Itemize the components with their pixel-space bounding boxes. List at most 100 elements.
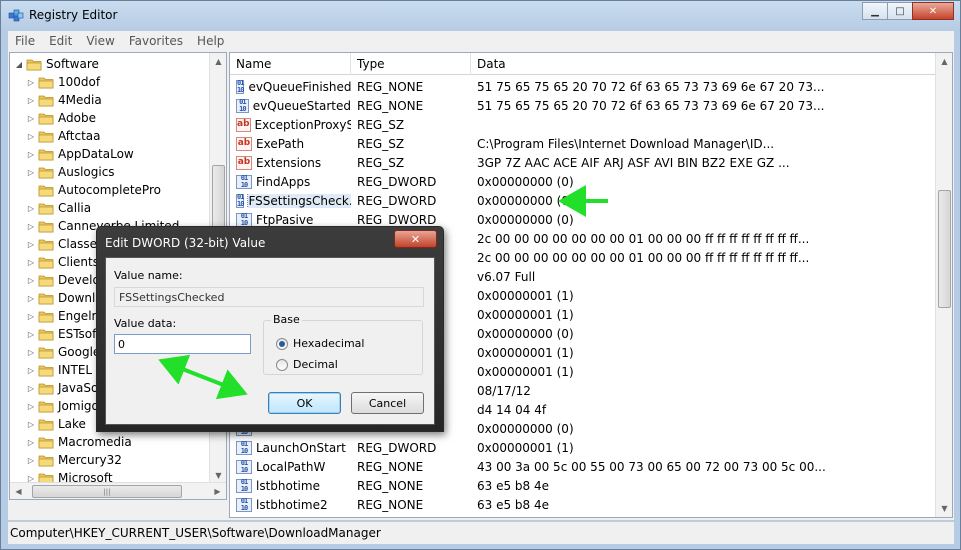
value-row[interactable]: 01 10 LocalPathW REG_NONE 43 00 3a 00 5c 00 … — [230, 457, 936, 476]
tree-item[interactable]: ▷ Macromedia — [26, 433, 132, 451]
value-row[interactable]: 01 10 evQueueStarted REG_NONE 51 75 65 75 65… — [230, 96, 936, 115]
radio-hexadecimal[interactable]: Hexadecimal — [276, 337, 364, 350]
expand-icon[interactable]: ▷ — [26, 168, 36, 177]
value-row[interactable]: ab ExePath REG_SZ C:\Program Files\Internet… — [230, 134, 936, 153]
tree-item[interactable]: ▷ Mercury32 — [26, 451, 122, 469]
value-name: FSSettingsCheck... — [247, 193, 351, 208]
expand-icon[interactable]: ▷ — [26, 348, 36, 357]
column-type[interactable]: Type — [351, 53, 471, 75]
value-type: REG_DWORD — [357, 174, 437, 189]
expand-icon[interactable]: ▷ — [26, 456, 36, 465]
expand-icon[interactable]: ▷ — [26, 330, 36, 339]
expand-icon[interactable]: ▷ — [26, 114, 36, 123]
tree-item[interactable]: ▷ INTEL — [26, 361, 92, 379]
tree-item[interactable]: ▷ Google — [26, 343, 100, 361]
value-row[interactable]: 01 10 LaunchOnStart REG_DWORD 0x00000001 (1) — [230, 438, 936, 457]
value-row[interactable]: 01 10 FSSettingsCheck... REG_DWORD 0x0000000… — [230, 191, 936, 210]
menu-view[interactable]: View — [79, 34, 121, 48]
tree-item[interactable]: ▷ Auslogics — [26, 163, 115, 181]
expand-icon[interactable]: ▷ — [26, 78, 36, 87]
tree-item[interactable]: ▷ Aftctaa — [26, 127, 101, 145]
value-row[interactable]: ab Extensions REG_SZ 3GP 7Z AAC ACE AIF ARJ… — [230, 153, 936, 172]
expand-icon[interactable]: ▷ — [26, 312, 36, 321]
value-type: REG_SZ — [357, 136, 405, 151]
menu-file[interactable]: File — [8, 34, 42, 48]
scroll-left-icon[interactable]: ◀ — [10, 483, 27, 499]
tree-item[interactable]: ▷ JavaSof — [26, 379, 103, 397]
tree-item[interactable]: ▷ 4Media — [26, 91, 102, 109]
tree-item-root[interactable]: ◢ Software — [14, 55, 99, 73]
tree-item[interactable]: ▷ Clients — [26, 253, 99, 271]
expand-icon[interactable]: ▷ — [26, 240, 36, 249]
collapse-icon[interactable]: ◢ — [14, 60, 24, 69]
list-vertical-scrollbar[interactable]: ▲ ▼ — [935, 53, 952, 517]
value-name: evQueueFinished — [248, 79, 351, 94]
tree-item[interactable]: ▷ Jomigo — [26, 397, 99, 415]
value-row[interactable]: 01 10 evQueueFinished REG_NONE 51 75 65 75 6… — [230, 77, 936, 96]
cancel-button[interactable]: Cancel — [351, 392, 424, 414]
value-row[interactable]: 01 10 lstbhotime2 REG_NONE 63 e5 b8 4e — [230, 495, 936, 514]
expand-icon[interactable]: ▷ — [26, 96, 36, 105]
tree-item[interactable]: ▷ ESTsoft — [26, 325, 101, 343]
tree-item[interactable]: ▷ Engelm — [26, 307, 103, 325]
tree-item-label: Adobe — [58, 111, 96, 125]
tree-horizontal-scrollbar[interactable]: ◀ ||| ▶ — [10, 482, 226, 499]
value-row[interactable]: 01 10 lstbhotime REG_NONE 63 e5 b8 4e — [230, 476, 936, 495]
value-data-input[interactable] — [114, 334, 251, 354]
tree-item[interactable]: ▷ AppDataLow — [26, 145, 134, 163]
expand-icon[interactable]: ▷ — [26, 438, 36, 447]
scroll-up-icon[interactable]: ▲ — [210, 53, 226, 70]
folder-icon — [38, 221, 54, 232]
maximize-button[interactable]: □ — [887, 2, 913, 20]
value-type: REG_DWORD — [357, 212, 437, 227]
expand-icon[interactable]: ▷ — [26, 222, 36, 231]
expand-icon[interactable]: ▷ — [26, 384, 36, 393]
tree-item[interactable]: ▷ Classes — [26, 235, 103, 253]
ok-button[interactable]: OK — [268, 392, 341, 414]
expand-icon[interactable]: ▷ — [26, 132, 36, 141]
minimize-button[interactable]: ▁ — [862, 2, 888, 20]
tree-item-label: ESTsoft — [58, 327, 101, 341]
tree-item[interactable]: ▷ Adobe — [26, 109, 96, 127]
radio-checked-icon[interactable] — [276, 337, 288, 350]
close-button[interactable]: ✕ — [912, 2, 954, 20]
value-data: 0x00000001 (1) — [477, 345, 574, 360]
scroll-up-icon[interactable]: ▲ — [936, 53, 952, 70]
value-name-cell: 01 10 lstbhotime — [230, 478, 351, 493]
value-row[interactable]: abExceptionProxyS... REG_SZ — [230, 115, 936, 134]
tree-item[interactable]: ▷ Callia — [26, 199, 91, 217]
value-name: FindApps — [256, 174, 311, 189]
list-vscroll-thumb[interactable] — [938, 190, 951, 308]
tree-item-label: INTEL — [58, 363, 93, 377]
tree-hscroll-thumb[interactable]: ||| — [32, 485, 182, 498]
scroll-down-icon[interactable]: ▼ — [936, 500, 952, 517]
radio-decimal[interactable]: Decimal — [276, 358, 338, 371]
tree-item[interactable]: ▷ 100dof — [26, 73, 100, 91]
expand-icon[interactable]: ▷ — [26, 420, 36, 429]
value-type: REG_DWORD — [357, 193, 437, 208]
folder-icon — [38, 419, 54, 430]
expand-icon[interactable]: ▷ — [26, 366, 36, 375]
scroll-right-icon[interactable]: ▶ — [209, 483, 226, 499]
radio-unchecked-icon[interactable] — [276, 358, 288, 371]
expand-icon[interactable]: ▷ — [26, 294, 36, 303]
expand-icon[interactable]: ▷ — [26, 150, 36, 159]
status-bar: Computer\HKEY_CURRENT_USER\Software\Down… — [8, 521, 954, 544]
column-data[interactable]: Data — [471, 53, 936, 75]
menu-favorites[interactable]: Favorites — [122, 34, 190, 48]
value-row[interactable]: 01 10 FindApps REG_DWORD 0x00000000 (0) — [230, 172, 936, 191]
tree-item[interactable]: AutocompletePro — [26, 181, 161, 199]
tree-item[interactable]: ▷ Downlo — [26, 289, 103, 307]
tree-item[interactable]: ▷ Lake — [26, 415, 86, 433]
expand-icon[interactable]: ▷ — [26, 204, 36, 213]
menu-help[interactable]: Help — [190, 34, 231, 48]
expand-icon[interactable]: ▷ — [26, 258, 36, 267]
value-name-cell: 01 10 FtpPasive — [230, 212, 351, 227]
expand-icon[interactable]: ▷ — [26, 276, 36, 285]
expand-icon[interactable]: ▷ — [26, 402, 36, 411]
column-name[interactable]: Name — [230, 53, 351, 75]
menu-edit[interactable]: Edit — [42, 34, 79, 48]
base-label: Base — [271, 313, 302, 326]
radio-hexadecimal-label: Hexadecimal — [293, 337, 365, 350]
dialog-close-button[interactable]: ✕ — [394, 230, 437, 248]
